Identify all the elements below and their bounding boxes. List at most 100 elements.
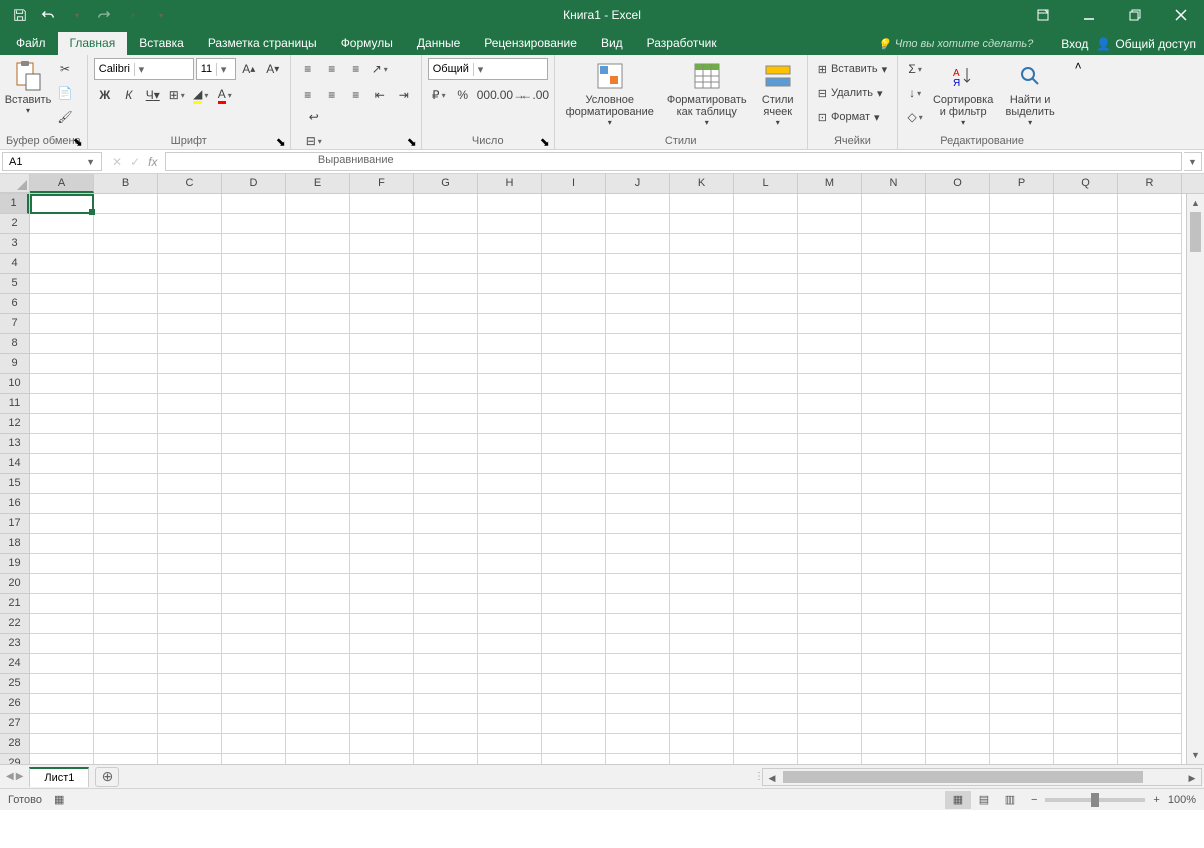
cell[interactable] — [286, 294, 350, 314]
cell[interactable] — [94, 354, 158, 374]
minimize-button[interactable] — [1066, 0, 1112, 30]
cell[interactable] — [94, 474, 158, 494]
cell[interactable] — [30, 214, 94, 234]
scroll-up-button[interactable]: ▲ — [1187, 194, 1204, 212]
cell[interactable] — [606, 574, 670, 594]
cell[interactable] — [30, 674, 94, 694]
delete-cells-button[interactable]: ⊟Удалить▾ — [814, 82, 887, 104]
cell[interactable] — [606, 474, 670, 494]
cell[interactable] — [926, 254, 990, 274]
cell[interactable] — [158, 314, 222, 334]
cell[interactable] — [222, 514, 286, 534]
cell[interactable] — [542, 414, 606, 434]
cell[interactable] — [606, 554, 670, 574]
cell[interactable] — [1118, 294, 1182, 314]
row-header-17[interactable]: 17 — [0, 514, 29, 534]
cell[interactable] — [1054, 474, 1118, 494]
cell[interactable] — [670, 414, 734, 434]
cell[interactable] — [414, 594, 478, 614]
cell[interactable] — [862, 694, 926, 714]
cell[interactable] — [222, 434, 286, 454]
column-header-P[interactable]: P — [990, 174, 1054, 193]
cell[interactable] — [94, 534, 158, 554]
cell[interactable] — [926, 274, 990, 294]
cell[interactable] — [222, 394, 286, 414]
cell[interactable] — [94, 594, 158, 614]
cell[interactable] — [670, 714, 734, 734]
cell[interactable] — [414, 714, 478, 734]
cell[interactable] — [478, 714, 542, 734]
cell[interactable] — [478, 354, 542, 374]
cell[interactable] — [1054, 754, 1118, 764]
share-button[interactable]: 👤 Общий доступ — [1096, 37, 1196, 51]
cells-area[interactable] — [30, 194, 1186, 764]
cell[interactable] — [94, 454, 158, 474]
tab-view[interactable]: Вид — [589, 32, 635, 55]
cell[interactable] — [478, 554, 542, 574]
cell[interactable] — [478, 194, 542, 214]
cell[interactable] — [158, 634, 222, 654]
cell[interactable] — [734, 214, 798, 234]
cell[interactable] — [542, 594, 606, 614]
cell[interactable] — [1054, 674, 1118, 694]
cell[interactable] — [1054, 734, 1118, 754]
cell[interactable] — [94, 194, 158, 214]
cell[interactable] — [798, 694, 862, 714]
cell[interactable] — [606, 654, 670, 674]
cell[interactable] — [1118, 694, 1182, 714]
cell[interactable] — [734, 514, 798, 534]
cell[interactable] — [990, 574, 1054, 594]
conditional-formatting-button[interactable]: Условное форматирование▾ — [561, 58, 659, 129]
cell[interactable] — [286, 474, 350, 494]
cell[interactable] — [222, 254, 286, 274]
cell[interactable] — [990, 534, 1054, 554]
cell[interactable] — [350, 214, 414, 234]
accounting-format-button[interactable]: ₽ — [428, 84, 450, 106]
cell[interactable] — [670, 354, 734, 374]
cell[interactable] — [1054, 414, 1118, 434]
cell[interactable] — [30, 234, 94, 254]
cell[interactable] — [862, 254, 926, 274]
cell[interactable] — [670, 494, 734, 514]
cell[interactable] — [30, 494, 94, 514]
cell[interactable] — [798, 374, 862, 394]
cell[interactable] — [734, 194, 798, 214]
cell[interactable] — [862, 734, 926, 754]
cell[interactable] — [158, 334, 222, 354]
cell[interactable] — [1054, 654, 1118, 674]
cell[interactable] — [30, 534, 94, 554]
cell[interactable] — [222, 614, 286, 634]
cell[interactable] — [862, 334, 926, 354]
row-header-29[interactable]: 29 — [0, 754, 29, 764]
cell[interactable] — [1054, 214, 1118, 234]
cell[interactable] — [222, 334, 286, 354]
cell[interactable] — [542, 354, 606, 374]
cell[interactable] — [94, 254, 158, 274]
undo-dropdown[interactable] — [64, 3, 88, 27]
number-dialog-launcher[interactable]: ⬊ — [540, 135, 552, 147]
cell[interactable] — [350, 754, 414, 764]
cell[interactable] — [158, 414, 222, 434]
cell[interactable] — [94, 274, 158, 294]
cell[interactable] — [414, 534, 478, 554]
row-header-27[interactable]: 27 — [0, 714, 29, 734]
cell[interactable] — [286, 394, 350, 414]
cell[interactable] — [1118, 654, 1182, 674]
redo-dropdown[interactable] — [120, 3, 144, 27]
cell[interactable] — [158, 514, 222, 534]
column-header-N[interactable]: N — [862, 174, 926, 193]
zoom-slider[interactable] — [1045, 798, 1145, 802]
number-format-combo[interactable]: Общий▾ — [428, 58, 548, 80]
cell[interactable] — [670, 194, 734, 214]
new-sheet-button[interactable]: ⊕ — [95, 767, 119, 787]
cell[interactable] — [990, 434, 1054, 454]
cell[interactable] — [734, 694, 798, 714]
cell[interactable] — [286, 694, 350, 714]
column-header-J[interactable]: J — [606, 174, 670, 193]
cell[interactable] — [222, 554, 286, 574]
row-header-13[interactable]: 13 — [0, 434, 29, 454]
cell[interactable] — [990, 374, 1054, 394]
cell[interactable] — [606, 274, 670, 294]
cell[interactable] — [734, 554, 798, 574]
cell[interactable] — [670, 454, 734, 474]
